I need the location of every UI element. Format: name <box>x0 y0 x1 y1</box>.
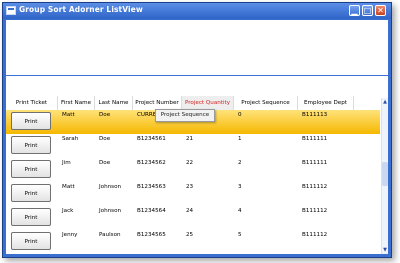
project-number-cell: B1234564 <box>137 208 166 214</box>
print-button[interactable]: Print <box>11 136 51 154</box>
column-drag-adorner: Project Sequence <box>155 109 215 122</box>
column-header-employee-dept[interactable]: Employee Dept <box>298 96 354 110</box>
table-row[interactable]: Print Sarah Doe B1234561 21 1 B111111 <box>6 134 380 158</box>
first-name-cell: Jim <box>62 160 71 166</box>
project-number-cell: B1234562 <box>137 160 166 166</box>
first-name-cell: Matt <box>62 184 75 190</box>
column-header-project-sequence[interactable]: Project Sequence <box>234 96 298 110</box>
close-button[interactable]: ✕ <box>375 5 386 16</box>
last-name-cell: Johnson <box>99 208 122 214</box>
project-quantity-cell: 21 <box>186 136 194 142</box>
employee-dept-cell: B111112 <box>302 208 328 214</box>
last-name-cell: Doe <box>99 112 111 118</box>
column-header-project-quantity[interactable]: Project Quantity <box>182 96 234 110</box>
table-row[interactable]: Print Matt Johnson B1234563 23 3 B111112 <box>6 182 380 206</box>
column-header-first-name[interactable]: First Name <box>58 96 95 110</box>
project-number-cell: B1234561 <box>137 136 166 142</box>
scrollbar-thumb[interactable] <box>382 162 388 186</box>
project-sequence-cell: 3 <box>238 184 242 190</box>
project-quantity-cell: 24 <box>186 208 194 214</box>
print-button[interactable]: Print <box>11 112 51 130</box>
first-name-cell: Jack <box>62 208 74 214</box>
print-button[interactable]: Print <box>11 184 51 202</box>
scroll-down-icon[interactable]: ▼ <box>382 246 388 254</box>
divider <box>6 75 388 76</box>
project-number-cell: B1234565 <box>137 232 166 238</box>
app-window: Group Sort Adorner ListView ▁ □ ✕ Print … <box>2 2 392 258</box>
project-quantity-cell: 22 <box>186 160 194 166</box>
project-number-cell: B1234563 <box>137 184 166 190</box>
window-title: Group Sort Adorner ListView <box>19 5 143 14</box>
project-sequence-cell: 2 <box>238 160 242 166</box>
first-name-cell: Jenny <box>62 232 78 238</box>
employee-dept-cell: B111112 <box>302 184 328 190</box>
project-sequence-cell: 0 <box>238 112 242 118</box>
project-quantity-cell: 23 <box>186 184 194 190</box>
column-header-last-name[interactable]: Last Name <box>95 96 133 110</box>
minimize-button[interactable]: ▁ <box>349 5 360 16</box>
table-row[interactable]: Print Jack Johnson B1234564 24 4 B111112 <box>6 206 380 230</box>
first-name-cell: Sarah <box>62 136 79 142</box>
column-header-project-number[interactable]: Project Number <box>133 96 182 110</box>
title-bar[interactable]: Group Sort Adorner ListView ▁ □ ✕ <box>3 3 391 19</box>
client-area: Print Ticket First Name Last Name Projec… <box>6 20 388 254</box>
project-sequence-cell: 4 <box>238 208 242 214</box>
vertical-scrollbar[interactable]: ▲ ▼ <box>381 98 388 254</box>
last-name-cell: Paulson <box>99 232 121 238</box>
employee-dept-cell: B111111 <box>302 136 328 142</box>
print-button[interactable]: Print <box>11 232 51 250</box>
first-name-cell: Matt <box>62 112 75 118</box>
last-name-cell: Doe <box>99 136 111 142</box>
scroll-up-icon[interactable]: ▲ <box>382 98 388 106</box>
last-name-cell: Johnson <box>99 184 122 190</box>
print-button[interactable]: Print <box>11 160 51 178</box>
window-icon <box>6 6 16 15</box>
employee-dept-cell: B111111 <box>302 160 328 166</box>
last-name-cell: Doe <box>99 160 111 166</box>
employee-dept-cell: B111112 <box>302 232 328 238</box>
employee-dept-cell: B111113 <box>302 112 328 118</box>
listview-rows: Print Matt Doe CURRENT 50 0 B111113 Prin… <box>6 110 380 254</box>
column-header-print-ticket[interactable]: Print Ticket <box>6 96 58 110</box>
table-row[interactable]: Print Jim Doe B1234562 22 2 B111111 <box>6 158 380 182</box>
print-button[interactable]: Print <box>11 208 51 226</box>
maximize-button[interactable]: □ <box>362 5 373 16</box>
project-quantity-cell: 25 <box>186 232 194 238</box>
project-sequence-cell: 5 <box>238 232 242 238</box>
project-sequence-cell: 1 <box>238 136 242 142</box>
table-row[interactable]: Print Jenny Paulson B1234565 25 5 B11111… <box>6 230 380 254</box>
